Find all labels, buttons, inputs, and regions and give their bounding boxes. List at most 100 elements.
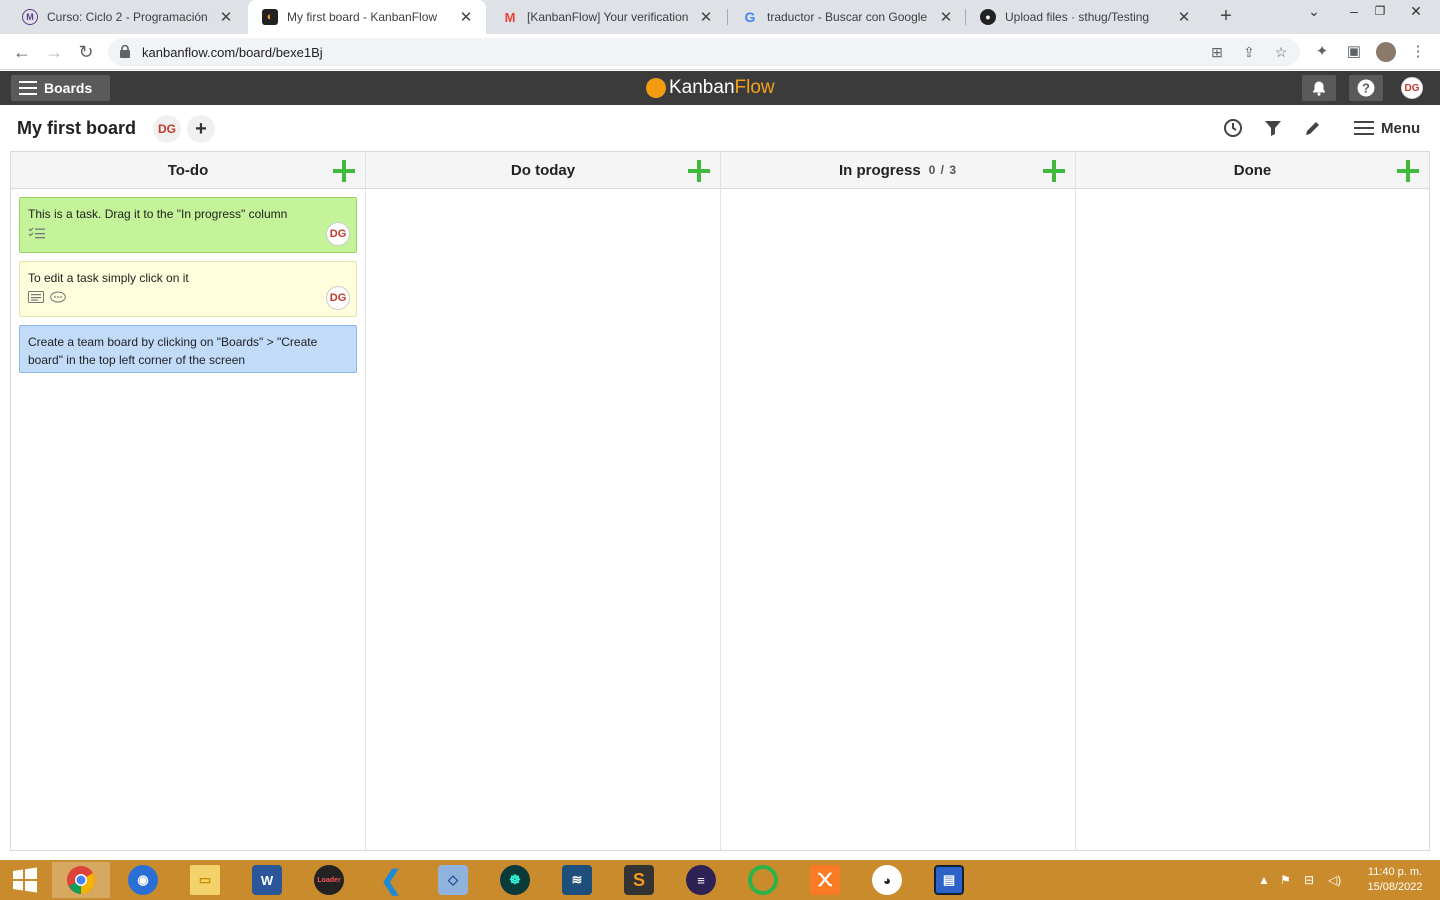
windows-taskbar: ◉ ▭ W Loader ❮ ◇ ☸ ≋ S ≡ ᙭ ◕ ▤ ▲ ⚑ ⊟ ◁) … xyxy=(0,860,1440,900)
user-menu-button[interactable]: DG xyxy=(1398,75,1426,101)
chrome-icon[interactable] xyxy=(52,862,110,898)
green-ring-app-icon[interactable] xyxy=(734,862,792,898)
edit-board-button[interactable] xyxy=(1302,117,1324,139)
tab-title: My first board - KanbanFlow xyxy=(287,10,438,24)
close-tab-icon[interactable]: ✕ xyxy=(1176,8,1192,26)
tab-title: traductor - Buscar con Google xyxy=(767,10,928,24)
forward-button[interactable]: → xyxy=(42,40,66,64)
mysql-workbench-icon[interactable]: ≋ xyxy=(548,862,606,898)
bookmark-star-icon[interactable]: ☆ xyxy=(1272,43,1290,61)
notifications-button[interactable] xyxy=(1302,75,1336,101)
add-member-button[interactable]: + xyxy=(187,115,215,143)
time-tracking-button[interactable] xyxy=(1222,117,1244,139)
eclipse-icon[interactable]: ≡ xyxy=(672,862,730,898)
notepad-icon[interactable]: ▤ xyxy=(920,862,978,898)
browser-tab-active[interactable]: ◐ My first board - KanbanFlow ✕ xyxy=(248,0,486,34)
task-assignee-avatar[interactable]: DG xyxy=(326,286,350,310)
address-bar[interactable]: kanbanflow.com/board/bexe1Bj ⊞ ⇪ ☆ xyxy=(108,38,1300,66)
add-task-plus-icon[interactable] xyxy=(688,160,710,182)
add-task-plus-icon[interactable] xyxy=(333,160,355,182)
close-tab-icon[interactable]: ✕ xyxy=(938,8,954,26)
kanbanflow-logo[interactable]: Kanban Flow xyxy=(646,77,775,99)
gitkraken-icon[interactable]: ☸ xyxy=(486,862,544,898)
task-card[interactable]: Create a team board by clicking on "Boar… xyxy=(19,325,357,373)
extensions-icon[interactable]: ✦ xyxy=(1312,42,1332,62)
sublime-text-icon[interactable]: S xyxy=(610,862,668,898)
column-header: To-do xyxy=(11,152,365,189)
virtualbox-icon[interactable]: ◇ xyxy=(424,862,482,898)
boards-label: Boards xyxy=(44,80,93,96)
close-window-button[interactable]: ✕ xyxy=(1398,0,1434,30)
logo-text-flow: Flow xyxy=(734,77,775,98)
tab-search-icon[interactable]: ⌄ xyxy=(1296,0,1332,30)
network-icon[interactable]: ⚑ xyxy=(1280,868,1291,892)
filter-button[interactable] xyxy=(1262,117,1284,139)
task-card[interactable]: To edit a task simply click on it DG xyxy=(19,261,357,317)
column-header: Done xyxy=(1076,152,1429,189)
translate-icon[interactable]: ⊞ xyxy=(1208,43,1226,61)
system-clock[interactable]: 11:40 p. m. 15/08/2022 xyxy=(1356,865,1434,895)
comment-icon xyxy=(50,291,66,302)
wifi-icon[interactable]: ⊟ xyxy=(1304,868,1314,892)
kanbanflow-icon: ◐ xyxy=(262,9,278,25)
restore-button[interactable]: ❐ xyxy=(1362,0,1398,30)
back-button[interactable]: ← xyxy=(10,40,34,64)
boards-button[interactable]: Boards xyxy=(11,75,110,101)
menu-label: Menu xyxy=(1381,119,1421,137)
task-assignee-avatar[interactable]: DG xyxy=(326,222,350,246)
firefox-icon[interactable]: ◉ xyxy=(114,862,172,898)
task-text: To edit a task simply click on it xyxy=(28,271,189,285)
hamburger-icon xyxy=(19,81,37,95)
bell-icon xyxy=(1313,81,1325,96)
tab-title: Curso: Ciclo 2 - Programación Bá xyxy=(47,10,212,24)
board-menu-button[interactable]: Menu xyxy=(1354,117,1420,139)
browser-tab[interactable]: M [KanbanFlow] Your verification co ✕ xyxy=(488,0,726,34)
browser-tab[interactable]: G traductor - Buscar con Google ✕ xyxy=(728,0,966,34)
column-in-progress: In progress 0 / 3 xyxy=(721,152,1076,850)
new-tab-button[interactable]: + xyxy=(1214,4,1238,28)
hamburger-icon xyxy=(1354,121,1374,135)
pencil-icon xyxy=(1306,122,1319,135)
add-task-plus-icon[interactable] xyxy=(1397,160,1419,182)
column-header: In progress 0 / 3 xyxy=(721,152,1075,189)
google-icon: G xyxy=(744,9,756,25)
browser-tab-strip: M Curso: Ciclo 2 - Programación Bá ✕ ◐ M… xyxy=(0,0,1440,34)
loader-icon[interactable]: Loader xyxy=(300,862,358,898)
chrome-menu-icon[interactable]: ⋮ xyxy=(1408,42,1428,62)
column-name: In progress xyxy=(838,161,921,179)
task-text: This is a task. Drag it to the "In progr… xyxy=(28,207,288,221)
column-done: Done xyxy=(1076,152,1429,850)
browser-tab[interactable]: M Curso: Ciclo 2 - Programación Bá ✕ xyxy=(8,0,246,34)
kanbanflow-logo-icon xyxy=(646,78,666,98)
column-name: To-do xyxy=(167,161,209,179)
close-tab-icon[interactable]: ✕ xyxy=(458,8,474,26)
add-task-plus-icon[interactable] xyxy=(1043,160,1065,182)
board-title[interactable]: My first board xyxy=(17,118,136,139)
profile-avatar[interactable] xyxy=(1376,42,1396,62)
help-button[interactable]: ? xyxy=(1349,75,1383,101)
column-name: Do today xyxy=(510,161,576,179)
member-avatar[interactable]: DG xyxy=(153,115,181,143)
browser-tab[interactable]: ● Upload files · sthug/Testing ✕ xyxy=(966,0,1204,34)
vscode-icon[interactable]: ❮ xyxy=(362,862,420,898)
windows-start-icon[interactable] xyxy=(0,862,50,898)
pinta-icon[interactable]: ◕ xyxy=(858,862,916,898)
file-explorer-icon[interactable]: ▭ xyxy=(176,862,234,898)
task-card[interactable]: This is a task. Drag it to the "In progr… xyxy=(19,197,357,253)
help-icon: ? xyxy=(1357,79,1375,97)
volume-icon[interactable]: ◁) xyxy=(1328,868,1341,892)
share-icon[interactable]: ⇪ xyxy=(1240,43,1258,61)
word-icon[interactable]: W xyxy=(238,862,296,898)
close-tab-icon[interactable]: ✕ xyxy=(218,8,234,26)
show-hidden-icons-icon[interactable]: ▲ xyxy=(1258,868,1270,892)
side-panel-icon[interactable]: ▣ xyxy=(1344,42,1364,62)
reload-button[interactable]: ↻ xyxy=(74,40,98,64)
clock-icon xyxy=(1224,119,1242,137)
column-name: Done xyxy=(1233,161,1272,179)
xampp-icon[interactable]: ᙭ xyxy=(796,862,854,898)
close-tab-icon[interactable]: ✕ xyxy=(698,8,714,26)
svg-text:?: ? xyxy=(1362,81,1370,96)
github-icon: ● xyxy=(980,9,996,25)
url-text: kanbanflow.com/board/bexe1Bj xyxy=(142,45,323,60)
column-header: Do today xyxy=(366,152,720,189)
